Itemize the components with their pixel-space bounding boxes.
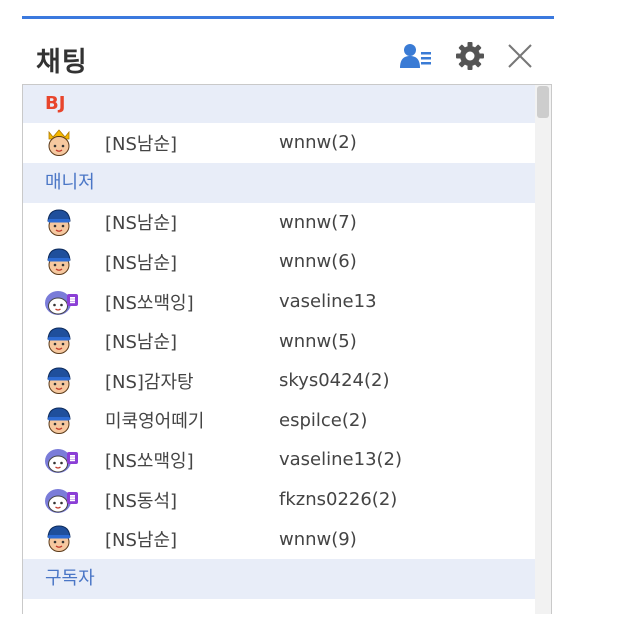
user-id: espilce(2) — [279, 409, 368, 431]
user-nickname: 미쿡영어떼기 — [105, 411, 205, 433]
manager-avatar-icon — [43, 247, 79, 277]
user-nickname: [NS남순] — [105, 133, 178, 155]
user-row[interactable]: [NS쏘맥잉] vaseline13(2) — [23, 440, 535, 480]
manager-avatar-icon — [43, 366, 79, 396]
panel-title: 채팅 — [36, 47, 88, 78]
chat-header: 채팅 — [22, 26, 554, 84]
manager-subscriber-avatar-icon — [43, 445, 79, 475]
user-nickname: [NS남순] — [105, 252, 178, 274]
user-list-panel: BJ [NS남순] wnnw(2) 매니저 [NS남순] wnnw(7) [NS… — [22, 84, 552, 614]
manager-avatar-icon — [43, 524, 79, 554]
group-header: BJ — [23, 85, 535, 123]
user-id: fkzns0226(2) — [279, 489, 398, 511]
scrollbar[interactable] — [535, 85, 551, 614]
user-row[interactable]: [NS쏘맥잉] vaseline13 — [23, 282, 535, 322]
user-id: wnnw(5) — [279, 330, 357, 352]
user-nickname: [NS동석] — [105, 490, 178, 512]
manager-avatar-icon — [43, 208, 79, 238]
crown-avatar-icon — [43, 128, 79, 158]
user-list: BJ [NS남순] wnnw(2) 매니저 [NS남순] wnnw(7) [NS… — [23, 85, 535, 599]
user-row[interactable]: [NS남순] wnnw(9) — [23, 519, 535, 559]
user-nickname: [NS쏘맥잉] — [105, 292, 194, 314]
user-nickname: [NS남순] — [105, 213, 178, 235]
user-row[interactable]: [NS남순] wnnw(5) — [23, 321, 535, 361]
user-id: wnnw(9) — [279, 528, 357, 550]
user-nickname: [NS남순] — [105, 530, 178, 552]
scrollbar-thumb[interactable] — [537, 86, 549, 118]
close-icon[interactable] — [504, 40, 536, 72]
user-nickname: [NS쏘맥잉] — [105, 450, 194, 472]
user-id: vaseline13 — [279, 291, 377, 313]
user-nickname: [NS]감자탕 — [105, 371, 194, 393]
manager-avatar-icon — [43, 326, 79, 356]
user-row[interactable]: [NS남순] wnnw(7) — [23, 203, 535, 243]
group-header: 구독자 — [23, 558, 535, 599]
user-id: wnnw(2) — [279, 132, 357, 154]
group-header: 매니저 — [23, 162, 535, 203]
manager-subscriber-avatar-icon — [43, 485, 79, 515]
user-list-icon[interactable] — [400, 40, 432, 72]
user-id: skys0424(2) — [279, 370, 390, 392]
user-row[interactable]: [NS남순] wnnw(6) — [23, 242, 535, 282]
user-id: wnnw(6) — [279, 251, 357, 273]
header-accent-line — [22, 16, 554, 19]
manager-subscriber-avatar-icon — [43, 287, 79, 317]
user-row[interactable]: [NS남순] wnnw(2) — [23, 123, 535, 163]
user-row[interactable]: [NS동석] fkzns0226(2) — [23, 480, 535, 520]
user-row[interactable]: [NS]감자탕 skys0424(2) — [23, 361, 535, 401]
user-id: vaseline13(2) — [279, 449, 403, 471]
user-nickname: [NS남순] — [105, 332, 178, 354]
user-row[interactable]: 미쿡영어떼기 espilce(2) — [23, 401, 535, 441]
user-id: wnnw(7) — [279, 211, 357, 233]
manager-avatar-icon — [43, 406, 79, 436]
gear-icon[interactable] — [454, 40, 486, 72]
